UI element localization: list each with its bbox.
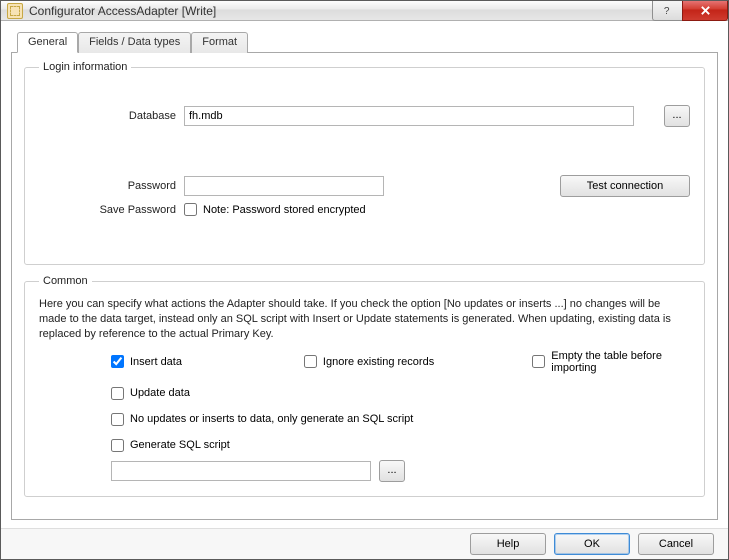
database-browse-button[interactable]: ...	[664, 105, 690, 127]
update-data-label: Update data	[130, 387, 190, 399]
login-legend: Login information	[39, 61, 131, 73]
generate-sql-checkbox[interactable]	[111, 439, 124, 452]
common-legend: Common	[39, 275, 92, 287]
ignore-existing-label: Ignore existing records	[323, 356, 434, 368]
svg-text:?: ?	[664, 6, 670, 16]
cancel-button[interactable]: Cancel	[638, 533, 714, 555]
ignore-existing-checkbox[interactable]	[304, 355, 317, 368]
footer: Help OK Cancel	[1, 528, 728, 559]
empty-table-checkbox[interactable]	[532, 355, 545, 368]
tab-fields[interactable]: Fields / Data types	[78, 32, 191, 53]
window: Configurator AccessAdapter [Write] ? Gen…	[0, 0, 729, 560]
insert-data-label: Insert data	[130, 356, 182, 368]
save-password-checkbox[interactable]	[184, 203, 197, 216]
database-label: Database	[39, 110, 184, 122]
ok-button[interactable]: OK	[554, 533, 630, 555]
generate-sql-label: Generate SQL script	[130, 439, 230, 451]
app-icon	[7, 3, 23, 19]
window-buttons: ?	[652, 1, 728, 21]
tab-general[interactable]: General	[17, 32, 78, 53]
save-password-label: Save Password	[39, 204, 184, 216]
row-database: Database ...	[39, 105, 690, 127]
row-save-password: Save Password Note: Password stored encr…	[39, 203, 690, 216]
tab-panel-general: Login information Database ... Password …	[11, 52, 718, 520]
login-fieldset: Login information Database ... Password …	[24, 61, 705, 265]
tab-bar: General Fields / Data types Format	[17, 31, 718, 52]
row-password: Password Test connection	[39, 175, 690, 197]
update-data-checkbox[interactable]	[111, 387, 124, 400]
help-titlebar-button[interactable]: ?	[652, 1, 682, 21]
close-button[interactable]	[682, 1, 728, 21]
window-title: Configurator AccessAdapter [Write]	[29, 4, 216, 18]
titlebar: Configurator AccessAdapter [Write] ?	[1, 1, 728, 21]
help-button[interactable]: Help	[470, 533, 546, 555]
password-label: Password	[39, 180, 184, 192]
empty-table-label: Empty the table before importing	[551, 350, 690, 374]
no-updates-checkbox[interactable]	[111, 413, 124, 426]
sql-browse-button[interactable]: ...	[379, 460, 405, 482]
insert-data-checkbox[interactable]	[111, 355, 124, 368]
test-connection-button[interactable]: Test connection	[560, 175, 690, 197]
common-description: Here you can specify what actions the Ad…	[39, 297, 690, 342]
database-input[interactable]	[184, 106, 634, 126]
content: General Fields / Data types Format Login…	[1, 21, 728, 528]
common-options: Insert data Ignore existing records Empt…	[111, 350, 690, 452]
close-icon	[700, 5, 711, 16]
save-password-note: Note: Password stored encrypted	[203, 204, 366, 216]
common-fieldset: Common Here you can specify what actions…	[24, 275, 705, 497]
sql-file-input	[111, 461, 371, 481]
no-updates-label: No updates or inserts to data, only gene…	[130, 413, 413, 425]
tab-format[interactable]: Format	[191, 32, 248, 53]
password-input[interactable]	[184, 176, 384, 196]
help-icon: ?	[662, 5, 673, 16]
row-sql-file: ...	[111, 460, 690, 482]
